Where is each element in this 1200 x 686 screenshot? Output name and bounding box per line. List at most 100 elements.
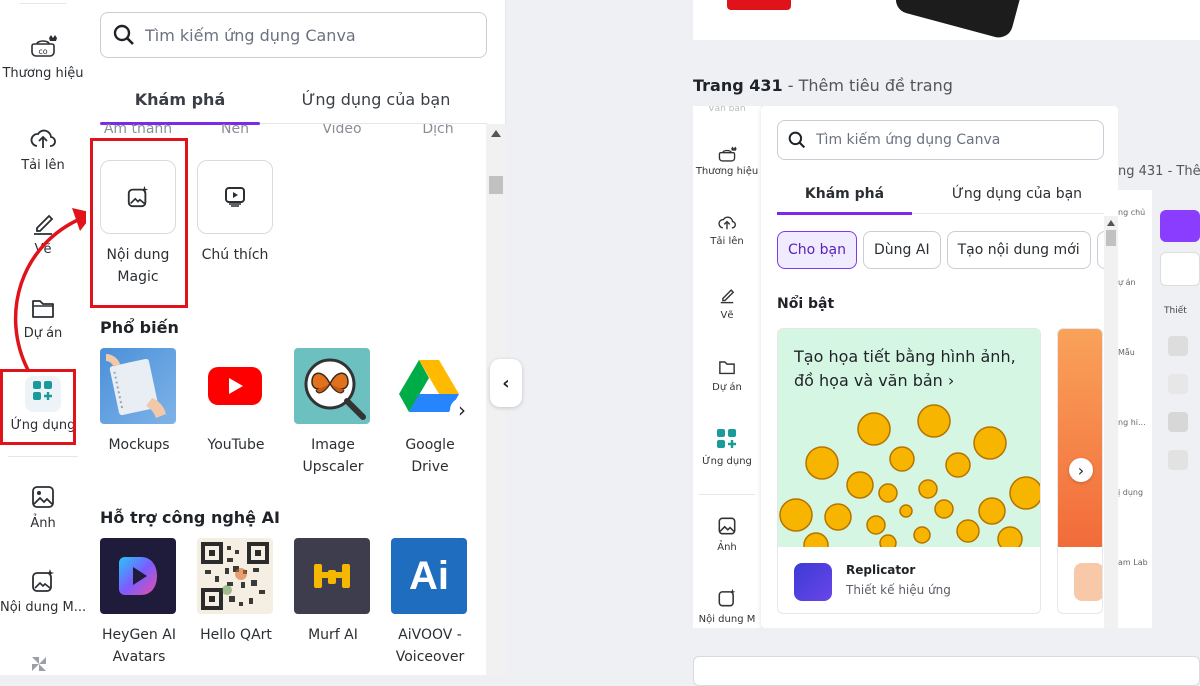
apps-panel: Tìm kiếm ứng dụng Canva Khám phá Ứng dụn… bbox=[86, 0, 506, 675]
tab-your-apps[interactable]: Ứng dụng của bạn bbox=[288, 90, 464, 109]
featured-card-text: Tạo họa tiết bằng hình ảnh, đồ họa và vă… bbox=[794, 345, 1024, 393]
page-title[interactable]: Trang 431 - Thêm tiêu đề trang bbox=[693, 76, 953, 95]
rail-item-brand[interactable]: co Thương hiệu bbox=[0, 32, 86, 81]
emoji-pattern-image bbox=[779, 404, 1040, 547]
app-murf-ai[interactable]: Murf AI bbox=[294, 538, 372, 646]
nested-rail-label: ng chủ bbox=[1118, 208, 1146, 217]
youtube-icon bbox=[208, 367, 262, 405]
mini-tab-your-apps[interactable]: Ứng dụng của bạn bbox=[937, 186, 1097, 202]
app-heygen[interactable]: HeyGen AI Avatars bbox=[100, 538, 178, 668]
upscaler-thumbnail bbox=[294, 348, 370, 424]
mini-rail-item-brand[interactable]: Thương hiệu bbox=[693, 144, 761, 177]
nested-thumb bbox=[1168, 374, 1188, 394]
preview-phone-shape bbox=[892, 0, 1024, 40]
qr-code-image bbox=[201, 542, 269, 610]
page-title-placeholder: Thêm tiêu đề trang bbox=[798, 76, 953, 95]
youtube-logo bbox=[197, 348, 273, 424]
chip-for-you[interactable]: Cho bạn bbox=[777, 231, 858, 269]
pinwheel-icon[interactable] bbox=[28, 654, 50, 674]
mini-apps-panel: Tìm kiếm ứng dụng Canva Khám phá Ứng dụn… bbox=[761, 106, 1118, 628]
rail-item-magic[interactable]: Nội dung M... bbox=[0, 568, 86, 615]
rail-item-upload[interactable]: Tải lên bbox=[0, 126, 86, 173]
nested-editor-peek: ng 431 - Thê ng chủ ự án Mẫu ng hi... ị … bbox=[1118, 106, 1200, 628]
draw-icon bbox=[720, 289, 735, 304]
nested-rail-label: ng hi... bbox=[1118, 418, 1146, 427]
magic-image-icon bbox=[718, 588, 736, 607]
search-icon bbox=[113, 24, 134, 45]
app-label: Mockups bbox=[108, 437, 170, 453]
mini-rail-item-upload[interactable]: Tải lên bbox=[693, 214, 761, 247]
nested-thumb bbox=[1168, 412, 1188, 432]
svg-text:co: co bbox=[38, 47, 47, 56]
magic-image-icon bbox=[32, 569, 54, 592]
search-placeholder: Tìm kiếm ứng dụng Canva bbox=[145, 25, 356, 45]
mini-rail-separator bbox=[699, 494, 755, 495]
app-youtube[interactable]: YouTube bbox=[197, 348, 275, 456]
carousel-next-button[interactable]: › bbox=[450, 398, 474, 422]
mini-tab-underline bbox=[777, 212, 912, 215]
brand-icon bbox=[718, 146, 737, 162]
page-canvas[interactable]: Văn bản Thương hiệu Tải lên Vẽ Dự án Ứng… bbox=[693, 106, 1200, 628]
featured-card-copy: Tạo họa tiết bằng hình ảnh, đồ họa và vă… bbox=[794, 347, 1016, 390]
mini-scroll-thumb[interactable] bbox=[1106, 230, 1116, 246]
subtab-translate[interactable]: Dịch bbox=[390, 124, 486, 137]
app-label: AiVOOV - Voiceover bbox=[395, 627, 465, 665]
subtab-video[interactable]: Video bbox=[294, 124, 390, 137]
mini-scroll-up-arrow[interactable] bbox=[1107, 220, 1115, 226]
mockups-thumbnail bbox=[100, 348, 176, 424]
chip-use-ai[interactable]: Dùng AI bbox=[863, 231, 941, 269]
app-captions[interactable]: Chú thích bbox=[197, 160, 273, 266]
mini-scrollbar[interactable] bbox=[1104, 216, 1118, 628]
mini-rail-label: Ứng dụng bbox=[702, 456, 752, 467]
qart-thumbnail bbox=[197, 538, 273, 614]
mini-carousel-next-button[interactable]: › bbox=[1069, 458, 1093, 482]
nested-input bbox=[1160, 252, 1200, 286]
mini-rail-item-magic[interactable]: Nội dung M bbox=[693, 588, 761, 625]
mini-search-input[interactable]: Tìm kiếm ứng dụng Canva bbox=[777, 120, 1104, 160]
image-icon bbox=[32, 486, 54, 508]
app-mockups[interactable]: Mockups bbox=[100, 348, 178, 456]
mini-rail-item-draw[interactable]: Vẽ bbox=[693, 286, 761, 321]
app-image-upscaler[interactable]: Image Upscaler bbox=[294, 348, 372, 478]
page-title-separator: - bbox=[782, 76, 799, 95]
caption-icon bbox=[225, 187, 245, 207]
replicator-app-name: Replicator bbox=[846, 563, 916, 577]
nested-purple-button bbox=[1160, 210, 1200, 242]
mini-rail-item-photos[interactable]: Ảnh bbox=[693, 516, 761, 553]
chip-create-new[interactable]: Tạo nội dung mới bbox=[946, 231, 1091, 269]
rail-item-photos[interactable]: Ảnh bbox=[0, 484, 86, 531]
app-label: Chú thích bbox=[201, 247, 269, 263]
app-label: YouTube bbox=[207, 437, 265, 453]
mini-tab-explore[interactable]: Khám phá bbox=[777, 186, 912, 202]
mini-rail-label: Ảnh bbox=[717, 542, 737, 553]
search-input[interactable]: Tìm kiếm ứng dụng Canva bbox=[100, 12, 487, 58]
collapse-panel-button[interactable]: ‹ bbox=[490, 359, 522, 407]
next-page-preview bbox=[693, 656, 1200, 686]
featured-card-replicator[interactable]: Tạo họa tiết bằng hình ảnh, đồ họa và vă… bbox=[777, 328, 1041, 614]
murf-logo bbox=[294, 538, 370, 614]
scroll-thumb[interactable] bbox=[489, 176, 503, 194]
mini-chip-row: Cho bạn Dùng AI Tạo nội dung mới bbox=[777, 231, 1117, 269]
nested-side-text: Thiết bbox=[1164, 306, 1187, 316]
nested-rail: ng chủ ự án Mẫu ng hi... ị dụng am Lab bbox=[1118, 190, 1152, 628]
nested-thumb bbox=[1168, 336, 1188, 356]
mini-search-placeholder: Tìm kiếm ứng dụng Canva bbox=[816, 132, 1001, 148]
app-aivoov[interactable]: Ai AiVOOV - Voiceover bbox=[391, 538, 469, 668]
subtab-background[interactable]: Nền bbox=[176, 124, 294, 137]
mini-rail-item-apps[interactable]: Ứng dụng bbox=[693, 428, 761, 467]
mini-rail-item-projects[interactable]: Dự án bbox=[693, 358, 761, 393]
featured-card-arrow: › bbox=[947, 371, 955, 390]
subtab-audio[interactable]: Âm thanh bbox=[100, 124, 176, 137]
rail-item-label: Tải lên bbox=[21, 158, 65, 173]
mini-tab-divider bbox=[912, 213, 1104, 214]
mini-rail: Văn bản Thương hiệu Tải lên Vẽ Dự án Ứng… bbox=[693, 106, 761, 628]
image-icon bbox=[718, 517, 736, 535]
scroll-up-arrow[interactable] bbox=[491, 130, 501, 137]
murf-icon bbox=[314, 564, 350, 588]
mini-rail-label: Văn bản bbox=[708, 106, 746, 114]
tab-explore[interactable]: Khám phá bbox=[100, 90, 260, 109]
mini-rail-label: Vẽ bbox=[720, 310, 734, 321]
heygen-logo bbox=[100, 538, 176, 614]
app-hello-qart[interactable]: Hello QArt bbox=[197, 538, 275, 646]
rail-separator bbox=[8, 456, 78, 457]
